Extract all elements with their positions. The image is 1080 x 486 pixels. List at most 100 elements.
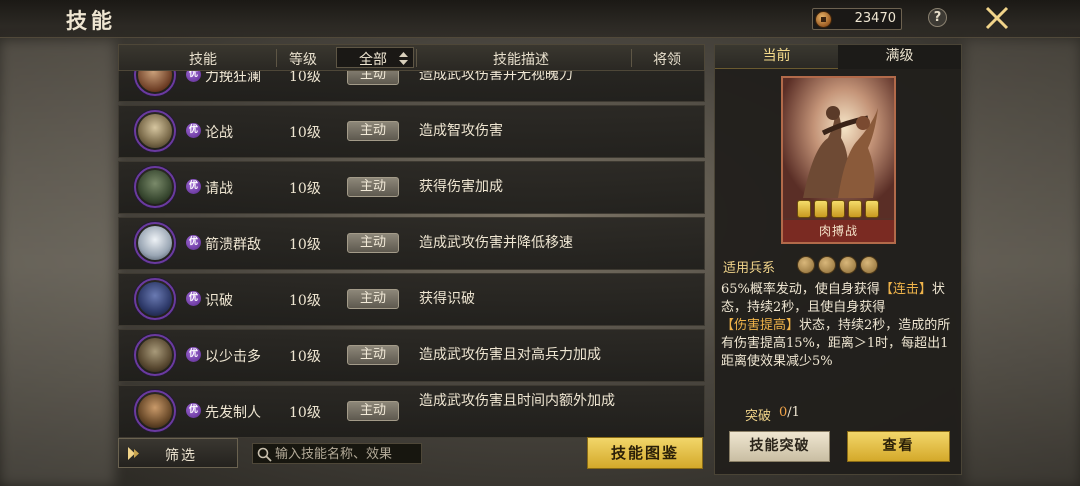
skill-level: 10级	[289, 237, 321, 253]
skill-detail-panel: 当前 满级 肉搏战 适用兵系 65%概率发动，使自身获得【连击】状态，持续2秒，…	[714, 44, 962, 475]
skill-type-badge: 主动	[347, 289, 399, 309]
skill-type-badge: 主动	[347, 233, 399, 253]
skill-type-badge: 主动	[347, 401, 399, 421]
divider	[276, 49, 277, 67]
skill-card: 肉搏战	[781, 76, 896, 244]
skill-type-badge: 主动	[347, 177, 399, 197]
column-description: 技能描述	[493, 52, 549, 68]
search-input[interactable]	[275, 445, 419, 463]
double-arrow-icon	[128, 447, 139, 460]
type-filter-value: 全部	[359, 52, 387, 68]
sort-arrows-icon	[399, 52, 408, 65]
rank-badge: 优	[186, 179, 201, 194]
currency-value: 23470	[854, 11, 896, 26]
coin-icon	[815, 11, 832, 28]
skill-name: 先发制人	[205, 405, 261, 421]
skill-list-panel: 技能 等级 全部 技能描述 将领 优 力挽狂澜 10级 主动 造成武攻伤害并无视…	[118, 44, 705, 440]
skill-name: 力挽狂澜	[205, 71, 261, 85]
skill-level: 10级	[289, 125, 321, 141]
skill-description: 获得识破	[419, 291, 475, 307]
skill-description: 造成武攻伤害且对高兵力加成	[419, 347, 601, 363]
search-icon	[257, 447, 272, 462]
skill-search[interactable]	[252, 443, 422, 464]
tab-current[interactable]: 当前	[715, 45, 838, 69]
rank-badge: 优	[186, 235, 201, 250]
skill-level: 10级	[289, 405, 321, 421]
skill-type-badge: 主动	[347, 121, 399, 141]
table-row[interactable]: 优 以少击多 10级 主动 造成武攻伤害且对高兵力加成	[118, 329, 705, 382]
rank-coin-icon	[848, 200, 862, 218]
table-row[interactable]: 优 识破 10级 主动 获得识破	[118, 273, 705, 326]
tab-max-level[interactable]: 满级	[838, 45, 961, 69]
bow-icon	[839, 256, 857, 274]
keyword-combo[interactable]: 【连击】	[880, 282, 932, 297]
rank-coin-icon	[814, 200, 828, 218]
table-row[interactable]: 优 先发制人 10级 主动 造成武攻伤害且时间内额外加成	[118, 385, 705, 438]
skill-level: 10级	[289, 71, 321, 85]
skill-description: 造成智攻伤害	[419, 123, 503, 139]
infantry-icon	[860, 256, 878, 274]
background-right	[965, 40, 1080, 486]
table-header: 技能 等级 全部 技能描述 将领	[118, 44, 705, 71]
rank-coins	[797, 200, 881, 218]
skill-name: 以少击多	[205, 349, 261, 365]
skill-level: 10级	[289, 349, 321, 365]
keyword-damage-boost[interactable]: 【伤害提高】	[721, 318, 799, 333]
troop-type-label: 适用兵系	[723, 261, 776, 276]
rank-badge: 优	[186, 71, 201, 82]
skill-icon	[134, 222, 176, 264]
page-title: 技能	[66, 8, 116, 33]
skill-name: 识破	[205, 293, 233, 309]
background-left	[0, 40, 115, 486]
help-icon[interactable]: ?	[928, 8, 947, 27]
breakthrough-label: 突破	[745, 409, 772, 424]
table-row[interactable]: 优 请战 10级 主动 获得伤害加成	[118, 161, 705, 214]
skill-codex-button[interactable]: 技能图鉴	[587, 437, 703, 469]
skill-description: 获得伤害加成	[419, 179, 503, 195]
view-button[interactable]: 查看	[847, 431, 950, 462]
rank-badge: 优	[186, 347, 201, 362]
rank-badge: 优	[186, 123, 201, 138]
cavalry-icon	[818, 256, 836, 274]
skill-level: 10级	[289, 293, 321, 309]
column-level[interactable]: 等级	[289, 49, 317, 69]
skill-icon	[134, 166, 176, 208]
spear-icon	[797, 256, 815, 274]
skill-description: 造成武攻伤害且时间内额外加成	[419, 393, 615, 409]
skill-icon	[134, 334, 176, 376]
currency-display: 23470	[812, 8, 902, 30]
rank-badge: 优	[186, 403, 201, 418]
rank-coin-icon	[797, 200, 811, 218]
skill-icon	[134, 390, 176, 432]
type-filter-dropdown[interactable]: 全部	[336, 47, 414, 68]
table-row[interactable]: 优 箭溃群敌 10级 主动 造成武攻伤害并降低移速	[118, 217, 705, 270]
divider	[416, 49, 417, 67]
skill-breakthrough-button[interactable]: 技能突破	[729, 431, 830, 462]
skill-icon	[134, 110, 176, 152]
top-bar: 技能 23470 ?	[0, 0, 1080, 38]
column-skill[interactable]: 技能	[189, 49, 217, 69]
table-row[interactable]: 优 论战 10级 主动 造成智攻伤害	[118, 105, 705, 158]
close-icon[interactable]	[984, 5, 1010, 31]
skill-icon	[134, 278, 176, 320]
skill-card-name: 肉搏战	[783, 220, 894, 242]
skill-description: 造成武攻伤害并降低移速	[419, 235, 573, 251]
skill-name: 箭溃群敌	[205, 237, 261, 253]
rank-badge: 优	[186, 291, 201, 306]
skill-list[interactable]: 优 力挽狂澜 10级 主动 造成武攻伤害并无视魄力 优 论战 10级 主动 造成…	[118, 71, 705, 445]
table-row[interactable]: 优 力挽狂澜 10级 主动 造成武攻伤害并无视魄力	[118, 71, 705, 102]
skill-card-art	[783, 78, 894, 218]
filter-button[interactable]: 筛选	[118, 438, 238, 468]
skill-type-badge: 主动	[347, 345, 399, 365]
skill-detail-description: 65%概率发动，使自身获得【连击】状态，持续2秒，且使自身获得【伤害提高】状态，…	[721, 282, 951, 369]
rank-coin-icon	[831, 200, 845, 218]
breakthrough-value: 0/1	[779, 405, 800, 420]
column-general[interactable]: 将领	[653, 49, 681, 69]
divider	[631, 49, 632, 67]
skill-level: 10级	[289, 181, 321, 197]
skill-name: 论战	[205, 125, 233, 141]
filter-button-label: 筛选	[165, 448, 197, 464]
skill-name: 请战	[205, 181, 233, 197]
skill-description: 造成武攻伤害并无视魄力	[419, 71, 573, 83]
skill-icon	[134, 71, 176, 96]
